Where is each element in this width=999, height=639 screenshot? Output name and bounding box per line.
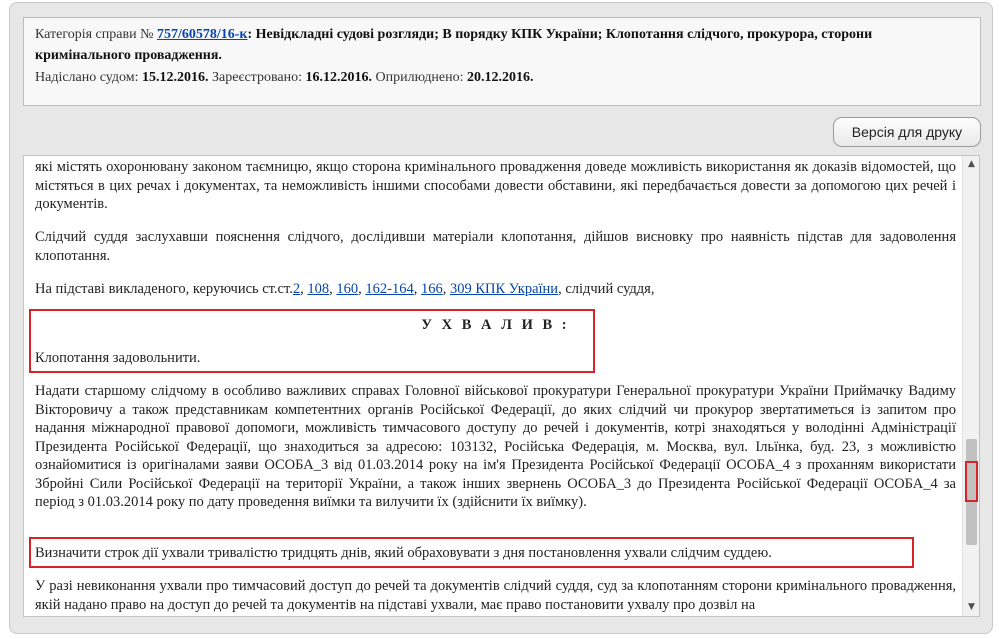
paragraph-evidence: які містять охоронювану законом таємницю… <box>35 159 956 212</box>
article-link-108[interactable]: 108 <box>307 281 329 297</box>
published-label: Оприлюднено: <box>375 70 464 85</box>
scroll-up-icon[interactable]: ▲ <box>966 159 977 169</box>
paragraph-legal-basis: На підставі викладеного, керуючись ст.ст… <box>35 281 655 297</box>
registered-date: 16.12.2016. <box>305 70 372 85</box>
legal-basis-prefix: На підставі викладеного, керуючись ст.ст… <box>35 281 293 297</box>
paragraph-grant-access: Надати старшому слідчому в особливо важл… <box>35 383 956 510</box>
paragraph-non-compliance: У разі невиконання ухвали про тимчасовий… <box>35 578 956 613</box>
paragraph-judge-conclusion: Слідчий суддя заслухавши пояснення слідч… <box>35 229 956 264</box>
published-date: 20.12.2016. <box>467 70 534 85</box>
vertical-scrollbar[interactable]: ▲ ▼ <box>962 156 979 616</box>
case-category-line-2: кримінального провадження. <box>35 48 222 64</box>
sent-date: 15.12.2016. <box>142 70 209 85</box>
article-link-160[interactable]: 160 <box>336 281 358 297</box>
case-dates-line: Надіслано судом: 15.12.2016. Зареєстрова… <box>35 70 534 86</box>
article-link-162-164[interactable]: 162-164 <box>365 281 413 297</box>
sent-label: Надіслано судом: <box>35 70 139 85</box>
category-label: Категорія справи № <box>35 27 154 42</box>
article-link-309[interactable]: 309 КПК України <box>450 281 558 297</box>
scrollbar-highlight-box <box>965 461 978 502</box>
print-version-button[interactable]: Версія для друку <box>833 117 981 147</box>
registered-label: Зареєстровано: <box>212 70 302 85</box>
page-frame: Категорія справи № 757/60578/16-к: Невід… <box>9 2 993 634</box>
category-text-2: кримінального провадження. <box>35 48 222 63</box>
case-category-line: Категорія справи № 757/60578/16-к: Невід… <box>35 27 872 43</box>
case-info-panel: Категорія справи № 757/60578/16-к: Невід… <box>23 17 981 106</box>
scroll-down-icon[interactable]: ▼ <box>966 602 977 612</box>
category-text: : Невідкладні судові розгляди; В порядку… <box>247 27 873 42</box>
validity-highlight-box <box>29 537 914 568</box>
document-viewer[interactable]: які містять охоронювану законом таємницю… <box>23 155 980 617</box>
ruling-highlight-box <box>29 309 595 373</box>
case-number-link[interactable]: 757/60578/16-к <box>157 27 248 42</box>
article-link-166[interactable]: 166 <box>421 281 443 297</box>
article-link-2[interactable]: 2 <box>293 281 300 297</box>
legal-basis-suffix: , слідчий суддя, <box>558 281 655 297</box>
